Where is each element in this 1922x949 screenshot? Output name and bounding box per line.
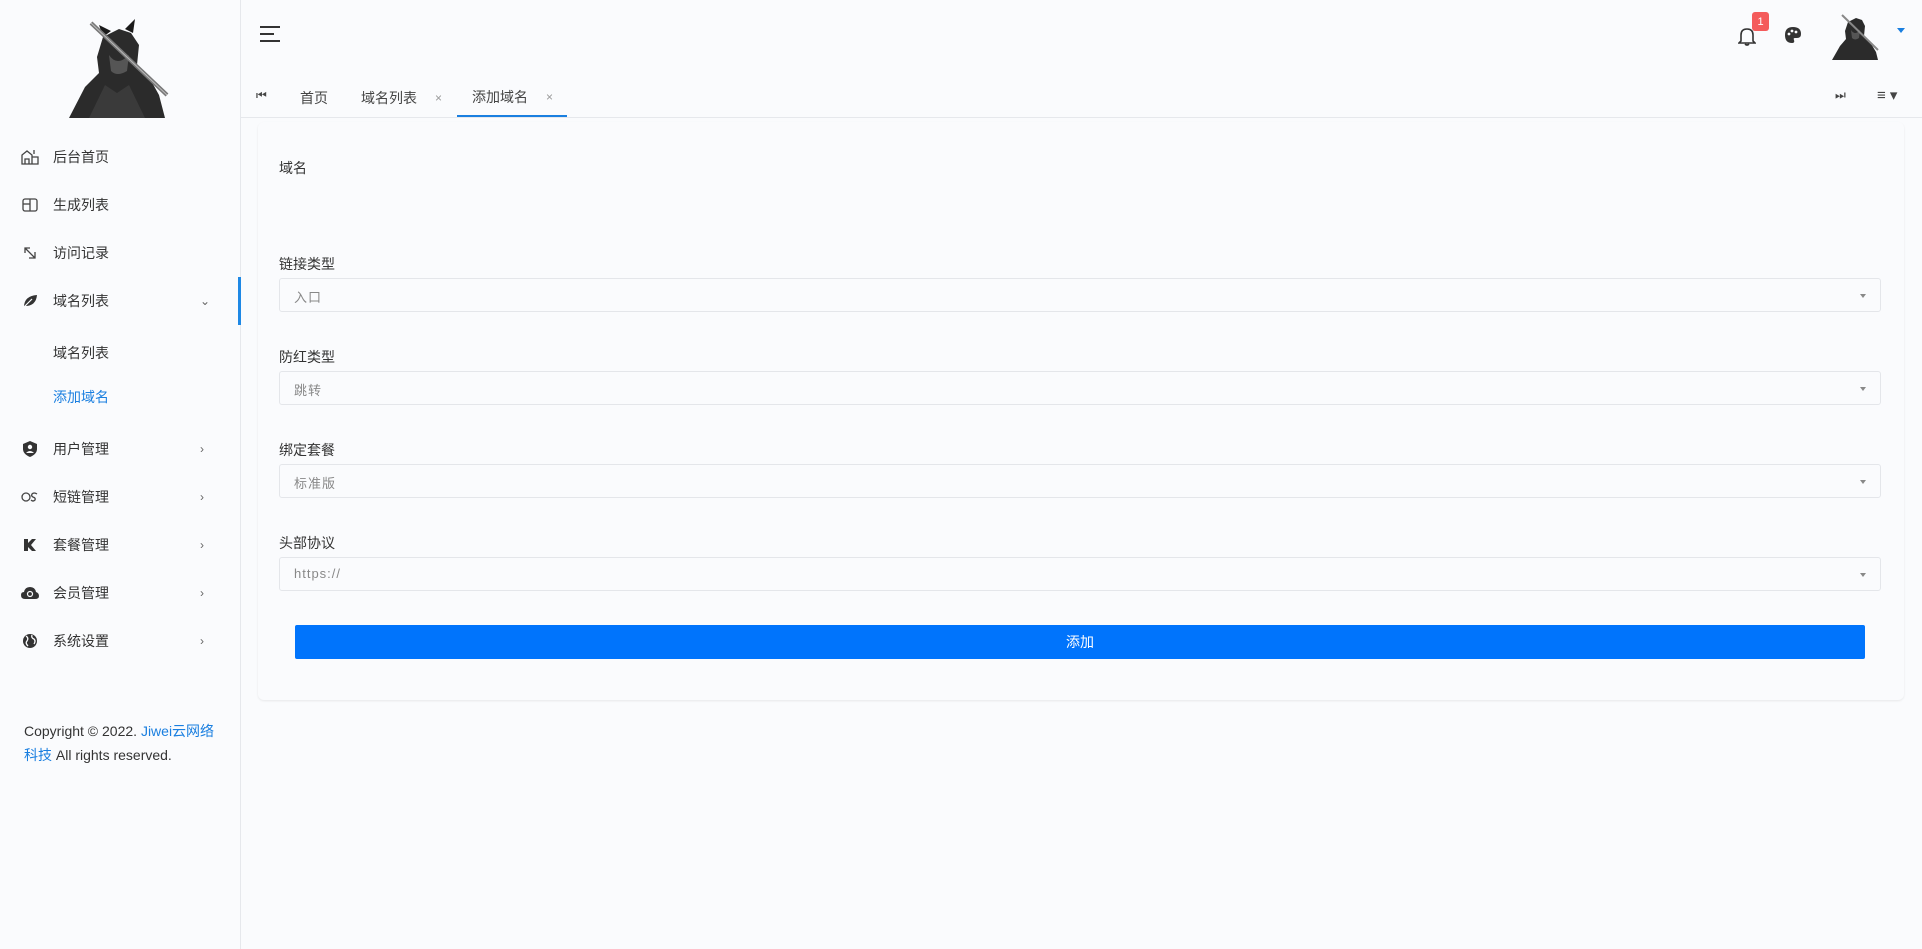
tab-scroll-right-icon[interactable]: ⏭ xyxy=(1835,88,1846,103)
caret-down-icon xyxy=(1860,294,1866,298)
caret-down-icon xyxy=(1860,480,1866,484)
sidebar-item-label: 访问记录 xyxy=(53,245,109,261)
arrow-icon xyxy=(20,243,40,263)
chevron-right-icon: › xyxy=(200,442,204,456)
chevron-right-icon: › xyxy=(200,634,204,648)
link-type-select[interactable]: 入口 xyxy=(279,278,1881,312)
notification-badge: 1 xyxy=(1752,12,1769,31)
sidebar-subitem-domain-list[interactable]: 域名列表 xyxy=(0,331,241,375)
k-icon xyxy=(20,535,40,555)
anti-red-type-value: 跳转 xyxy=(294,383,323,398)
globe-icon xyxy=(20,631,40,651)
protocol-select[interactable]: https:// xyxy=(279,557,1881,591)
dashboard-icon xyxy=(20,147,40,167)
caret-down-icon xyxy=(1860,387,1866,391)
sidebar-item-dashboard[interactable]: 后台首页 xyxy=(0,133,241,181)
copyright-prefix: Copyright © 2022. xyxy=(24,723,141,739)
chevron-right-icon: › xyxy=(200,538,204,552)
package-label: 绑定套餐 xyxy=(279,442,335,458)
anti-red-type-select[interactable]: 跳转 xyxy=(279,371,1881,405)
anti-red-type-label: 防红类型 xyxy=(279,349,335,365)
sidebar-item-user-management[interactable]: 用户管理 › xyxy=(0,425,241,473)
hamburger-menu-icon[interactable] xyxy=(259,25,281,43)
copyright-suffix: All rights reserved. xyxy=(52,747,172,763)
link-icon xyxy=(20,487,40,507)
chevron-right-icon: › xyxy=(200,586,204,600)
tab-label: 首页 xyxy=(300,89,328,106)
sidebar-item-label: 用户管理 xyxy=(53,441,109,457)
close-icon[interactable]: × xyxy=(435,91,442,105)
package-value: 标准版 xyxy=(294,476,337,491)
tab-scroll-left-icon[interactable]: ⏮ xyxy=(256,88,267,103)
sidebar-item-label: 域名列表 xyxy=(53,293,109,309)
chevron-down-icon: ⌄ xyxy=(200,294,211,308)
add-button[interactable]: 添加 xyxy=(295,625,1865,659)
link-type-label: 链接类型 xyxy=(279,256,335,272)
sidebar-subitem-label: 域名列表 xyxy=(53,345,109,361)
sidebar-subitem-add-domain[interactable]: 添加域名 xyxy=(0,375,241,419)
link-type-value: 入口 xyxy=(294,290,323,305)
sidebar-item-label: 生成列表 xyxy=(53,197,109,213)
protocol-label: 头部协议 xyxy=(279,535,335,551)
sidebar-item-label: 后台首页 xyxy=(53,149,109,165)
protocol-value: https:// xyxy=(294,566,342,581)
sidebar-item-label: 套餐管理 xyxy=(53,537,109,553)
add-domain-form: 域名 链接类型 入口 防红类型 跳转 绑定套餐 标准版 头部协议 https:/… xyxy=(258,122,1904,700)
tab-options-icon[interactable]: ≡ ▾ xyxy=(1877,86,1897,104)
close-icon[interactable]: × xyxy=(546,90,553,104)
sidebar: 后台首页 生成列表 访问记录 域名列表 ⌄ 域名列表 添加域名 用户管理 › 短… xyxy=(0,0,241,949)
cloud-icon xyxy=(20,583,40,603)
table-icon xyxy=(20,195,40,215)
tab-label: 域名列表 xyxy=(361,89,417,106)
sidebar-subitem-label: 添加域名 xyxy=(53,389,109,405)
tab-bar: ⏮ 首页 域名列表 × 添加域名 × ⏭ ≡ ▾ xyxy=(241,78,1922,118)
tab-label: 添加域名 xyxy=(472,88,528,105)
tab-domain-list[interactable]: 域名列表 × xyxy=(361,78,442,117)
package-select[interactable]: 标准版 xyxy=(279,464,1881,498)
caret-down-icon[interactable] xyxy=(1897,28,1905,33)
tab-home[interactable]: 首页 xyxy=(300,78,328,117)
user-shield-icon xyxy=(20,439,40,459)
palette-icon[interactable] xyxy=(1784,26,1802,44)
user-avatar[interactable] xyxy=(1832,12,1880,60)
sidebar-item-label: 短链管理 xyxy=(53,489,109,505)
sidebar-item-system-settings[interactable]: 系统设置 › xyxy=(0,617,241,665)
sidebar-item-generate-list[interactable]: 生成列表 xyxy=(0,181,241,229)
sidebar-item-shortlink-management[interactable]: 短链管理 › xyxy=(0,473,241,521)
domain-label: 域名 xyxy=(279,160,307,176)
logo-avatar xyxy=(69,15,171,118)
caret-down-icon xyxy=(1860,573,1866,577)
top-header: 1 xyxy=(241,0,1922,70)
sidebar-item-package-management[interactable]: 套餐管理 › xyxy=(0,521,241,569)
sidebar-item-domain-list[interactable]: 域名列表 ⌄ xyxy=(0,277,241,325)
tab-add-domain[interactable]: 添加域名 × xyxy=(457,78,568,117)
leaf-icon xyxy=(20,291,40,311)
chevron-right-icon: › xyxy=(200,490,204,504)
sidebar-item-visit-log[interactable]: 访问记录 xyxy=(0,229,241,277)
sidebar-item-label: 会员管理 xyxy=(53,585,109,601)
sidebar-item-label: 系统设置 xyxy=(53,633,109,649)
sidebar-item-member-management[interactable]: 会员管理 › xyxy=(0,569,241,617)
copyright: Copyright © 2022. Jiwei云网络科技 All rights … xyxy=(24,719,224,767)
sidebar-menu: 后台首页 生成列表 访问记录 域名列表 ⌄ 域名列表 添加域名 用户管理 › 短… xyxy=(0,133,241,665)
